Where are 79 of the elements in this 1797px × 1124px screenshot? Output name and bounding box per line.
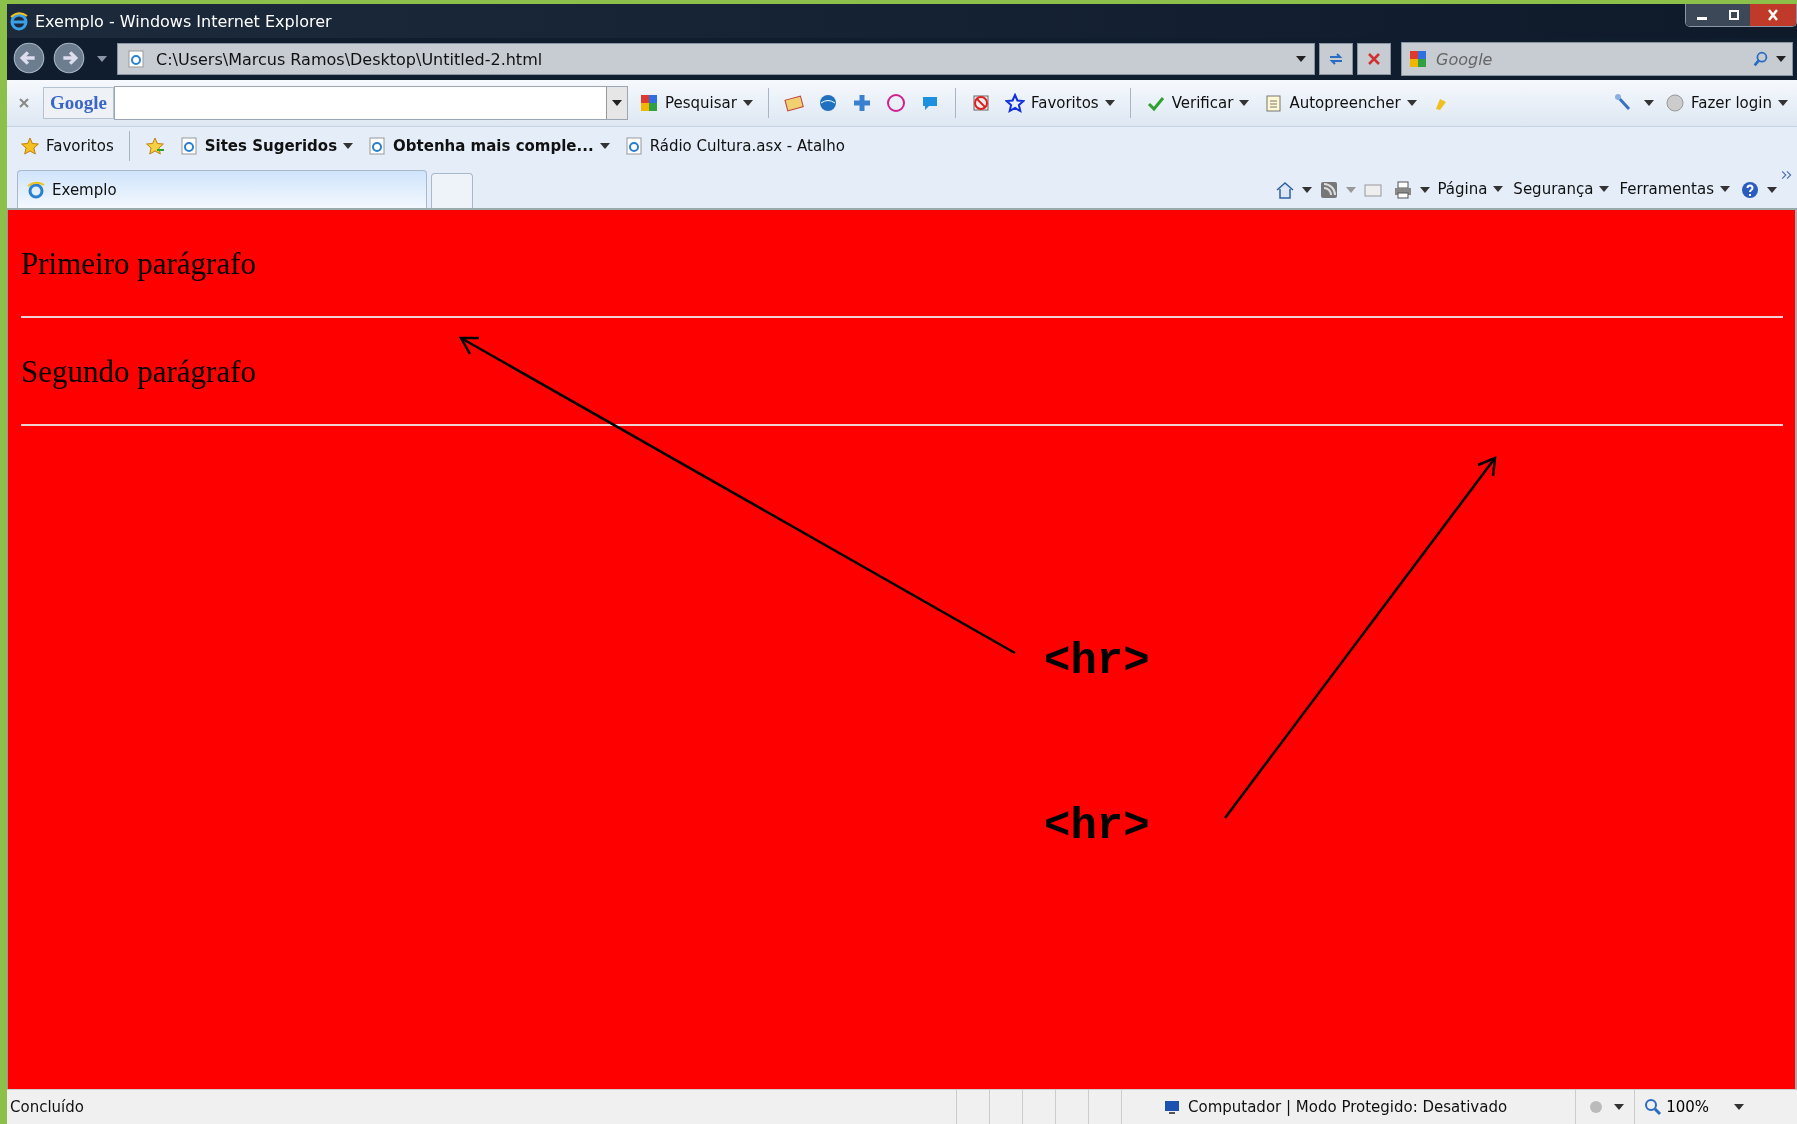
feed-icon[interactable] (1319, 180, 1340, 200)
globe-icon[interactable] (817, 93, 838, 113)
browser-logo-icon (26, 179, 46, 200)
caret-icon[interactable] (1420, 187, 1431, 193)
caret-icon (1734, 1104, 1744, 1110)
magnifier-icon (1643, 1097, 1664, 1117)
stop-button[interactable] (1357, 43, 1391, 75)
command-menu[interactable]: Segurança (1510, 178, 1613, 200)
blocked-popup-icon[interactable] (970, 93, 991, 113)
caret-icon[interactable] (1614, 1104, 1625, 1110)
command-menu[interactable]: Ferramentas (1616, 178, 1733, 200)
caret-icon (1720, 186, 1730, 192)
window-title: Exemplo - Windows Internet Explorer (35, 11, 332, 31)
google-logo: Google (43, 87, 114, 119)
paragraph: Primeiro parágrafo (21, 246, 257, 282)
caret-icon[interactable] (1296, 56, 1306, 62)
search-icon[interactable] (1752, 50, 1770, 68)
favorite-link[interactable]: Sites Sugeridos (175, 133, 357, 158)
command-menu[interactable]: Página (1434, 178, 1507, 200)
caret-icon (1599, 186, 1610, 192)
minimize-button[interactable] (1686, 4, 1718, 26)
page-icon (178, 135, 199, 156)
page-icon (367, 135, 388, 156)
caret-icon (1239, 100, 1250, 106)
browser-tab[interactable]: Exemplo (17, 170, 427, 208)
caret-icon (1406, 100, 1417, 106)
help-icon[interactable] (1740, 180, 1760, 200)
caret-icon (1493, 186, 1504, 192)
search-provider-icon (639, 93, 659, 113)
autofill-button[interactable]: Autopreencher (1260, 91, 1420, 115)
card-icon[interactable] (783, 93, 804, 113)
search-button[interactable]: Pesquisar (636, 91, 756, 115)
search-provider-icon (1408, 49, 1428, 69)
printer-icon[interactable] (1393, 180, 1414, 200)
paragraph: Segundo parágrafo (21, 354, 257, 390)
caret-icon (1104, 100, 1115, 106)
add-favorite-icon[interactable] (144, 135, 165, 156)
chevron-icon[interactable] (1781, 170, 1793, 180)
browser-logo-icon (9, 11, 29, 31)
minimize-icon (1697, 16, 1707, 20)
star-icon (20, 135, 40, 156)
security-zone-text: Computador | Modo Protegido: Desativado (1188, 1098, 1508, 1116)
annotation-label: <hr> (1044, 801, 1150, 851)
status-text: Concluído (9, 1098, 85, 1116)
caret-icon (742, 100, 753, 106)
caret-icon (1778, 100, 1788, 106)
favorites-button[interactable]: Favoritos (17, 133, 117, 158)
close-icon[interactable] (19, 98, 29, 108)
caret-icon[interactable] (1767, 187, 1777, 193)
caret-icon[interactable] (1776, 56, 1786, 62)
address-field[interactable]: C:\Users\Marcus Ramos\Desktop\Untitled-2.html (117, 43, 1315, 75)
circle-icon (1664, 93, 1685, 113)
search-field[interactable]: Google (1434, 48, 1746, 70)
caret-icon (599, 142, 610, 149)
favorites-button[interactable]: Favoritos (1001, 91, 1118, 115)
annotation-label: <hr> (1044, 636, 1150, 686)
login-button[interactable]: Fazer login (1661, 91, 1791, 115)
caret-icon (343, 142, 354, 149)
caret-icon[interactable] (97, 56, 107, 62)
plus-icon[interactable] (851, 93, 872, 113)
caret-icon[interactable] (1643, 100, 1654, 106)
spellcheck-button[interactable]: Verificar (1142, 91, 1253, 115)
caret-icon[interactable] (1302, 187, 1313, 193)
refresh-button[interactable] (1319, 43, 1353, 75)
circle-logo-icon[interactable] (885, 93, 906, 113)
caret-icon[interactable] (612, 100, 622, 106)
page-icon (126, 49, 146, 69)
home-icon[interactable] (1275, 180, 1296, 200)
toolbar-search-field[interactable] (114, 86, 628, 120)
star-icon (1004, 93, 1025, 113)
zoom-button[interactable]: 100% (1634, 1090, 1752, 1124)
restore-button[interactable] (1718, 4, 1750, 26)
favorite-link[interactable]: Rádio Cultura.asx - Atalho (620, 133, 848, 158)
favorite-link[interactable]: Obtenha mais comple... (364, 133, 613, 158)
wrench-icon[interactable] (1612, 93, 1633, 113)
page-icon (623, 135, 644, 156)
notepad-icon (1263, 93, 1284, 113)
search-box[interactable]: Google (1401, 42, 1793, 76)
close-button[interactable] (1750, 4, 1796, 26)
